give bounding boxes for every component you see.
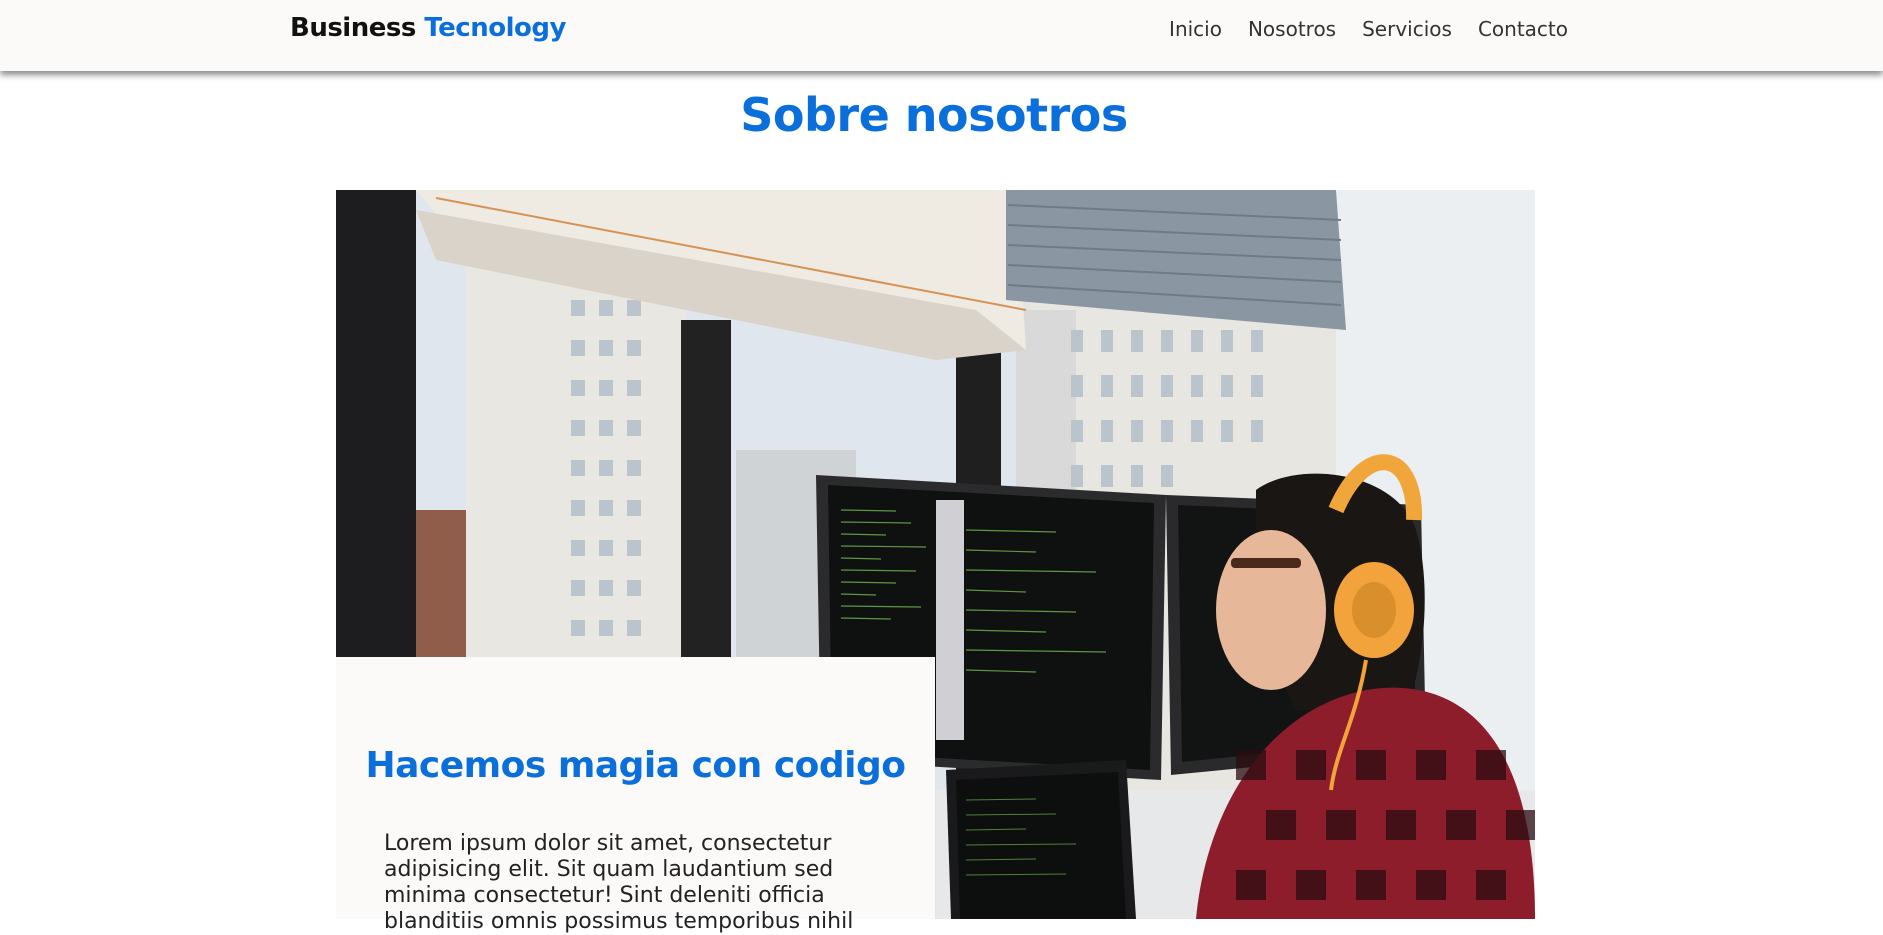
nav-link-contacto[interactable]: Contacto [1478,17,1568,41]
logo-accent-text: Tecnology [424,13,566,43]
logo[interactable]: Business Tecnology [290,13,566,43]
section-title: Sobre nosotros [740,88,1128,142]
nav-link-servicios[interactable]: Servicios [1362,17,1452,41]
main-nav: Inicio Nosotros Servicios Contacto [1169,17,1568,41]
card-title: Hacemos magia con codigo [365,745,906,786]
card-text: Lorem ipsum dolor sit amet, consectetur … [384,831,854,934]
logo-main-text: Business [290,13,416,43]
nav-link-inicio[interactable]: Inicio [1169,17,1222,41]
site-header: Business Tecnology Inicio Nosotros Servi… [0,0,1883,71]
nav-link-nosotros[interactable]: Nosotros [1248,17,1336,41]
about-card: Hacemos magia con codigo Lorem ipsum dol… [336,657,935,934]
